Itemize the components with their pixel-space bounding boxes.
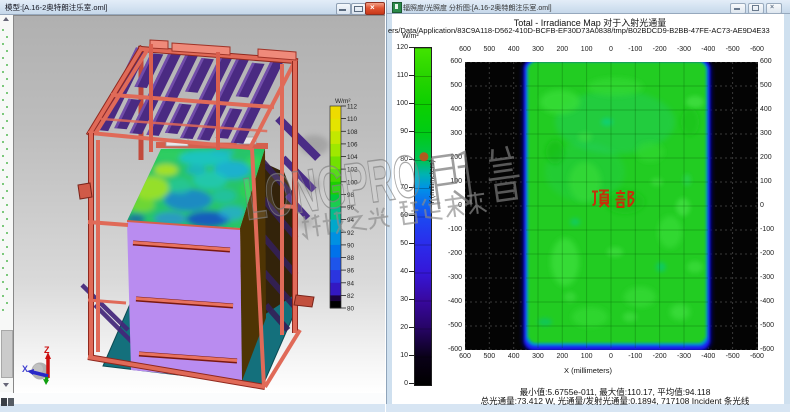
svg-text:80: 80	[347, 306, 355, 313]
svg-text:X: X	[22, 364, 28, 374]
svg-text:98: 98	[347, 192, 355, 199]
svg-text:102: 102	[347, 167, 358, 174]
svg-text:86: 86	[347, 268, 355, 275]
svg-text:106: 106	[347, 141, 358, 148]
svg-text:84: 84	[347, 280, 355, 287]
svg-text:108: 108	[347, 129, 358, 136]
svg-text:100: 100	[347, 179, 358, 186]
svg-text:110: 110	[347, 116, 358, 123]
svg-text:92: 92	[347, 230, 355, 237]
svg-text:Z: Z	[44, 345, 50, 355]
svg-text:88: 88	[347, 255, 355, 262]
svg-text:104: 104	[347, 154, 358, 161]
svg-text:82: 82	[347, 293, 355, 300]
svg-text:96: 96	[347, 205, 355, 212]
svg-text:90: 90	[347, 242, 355, 249]
svg-text:112: 112	[347, 104, 358, 111]
svg-text:94: 94	[347, 217, 355, 224]
